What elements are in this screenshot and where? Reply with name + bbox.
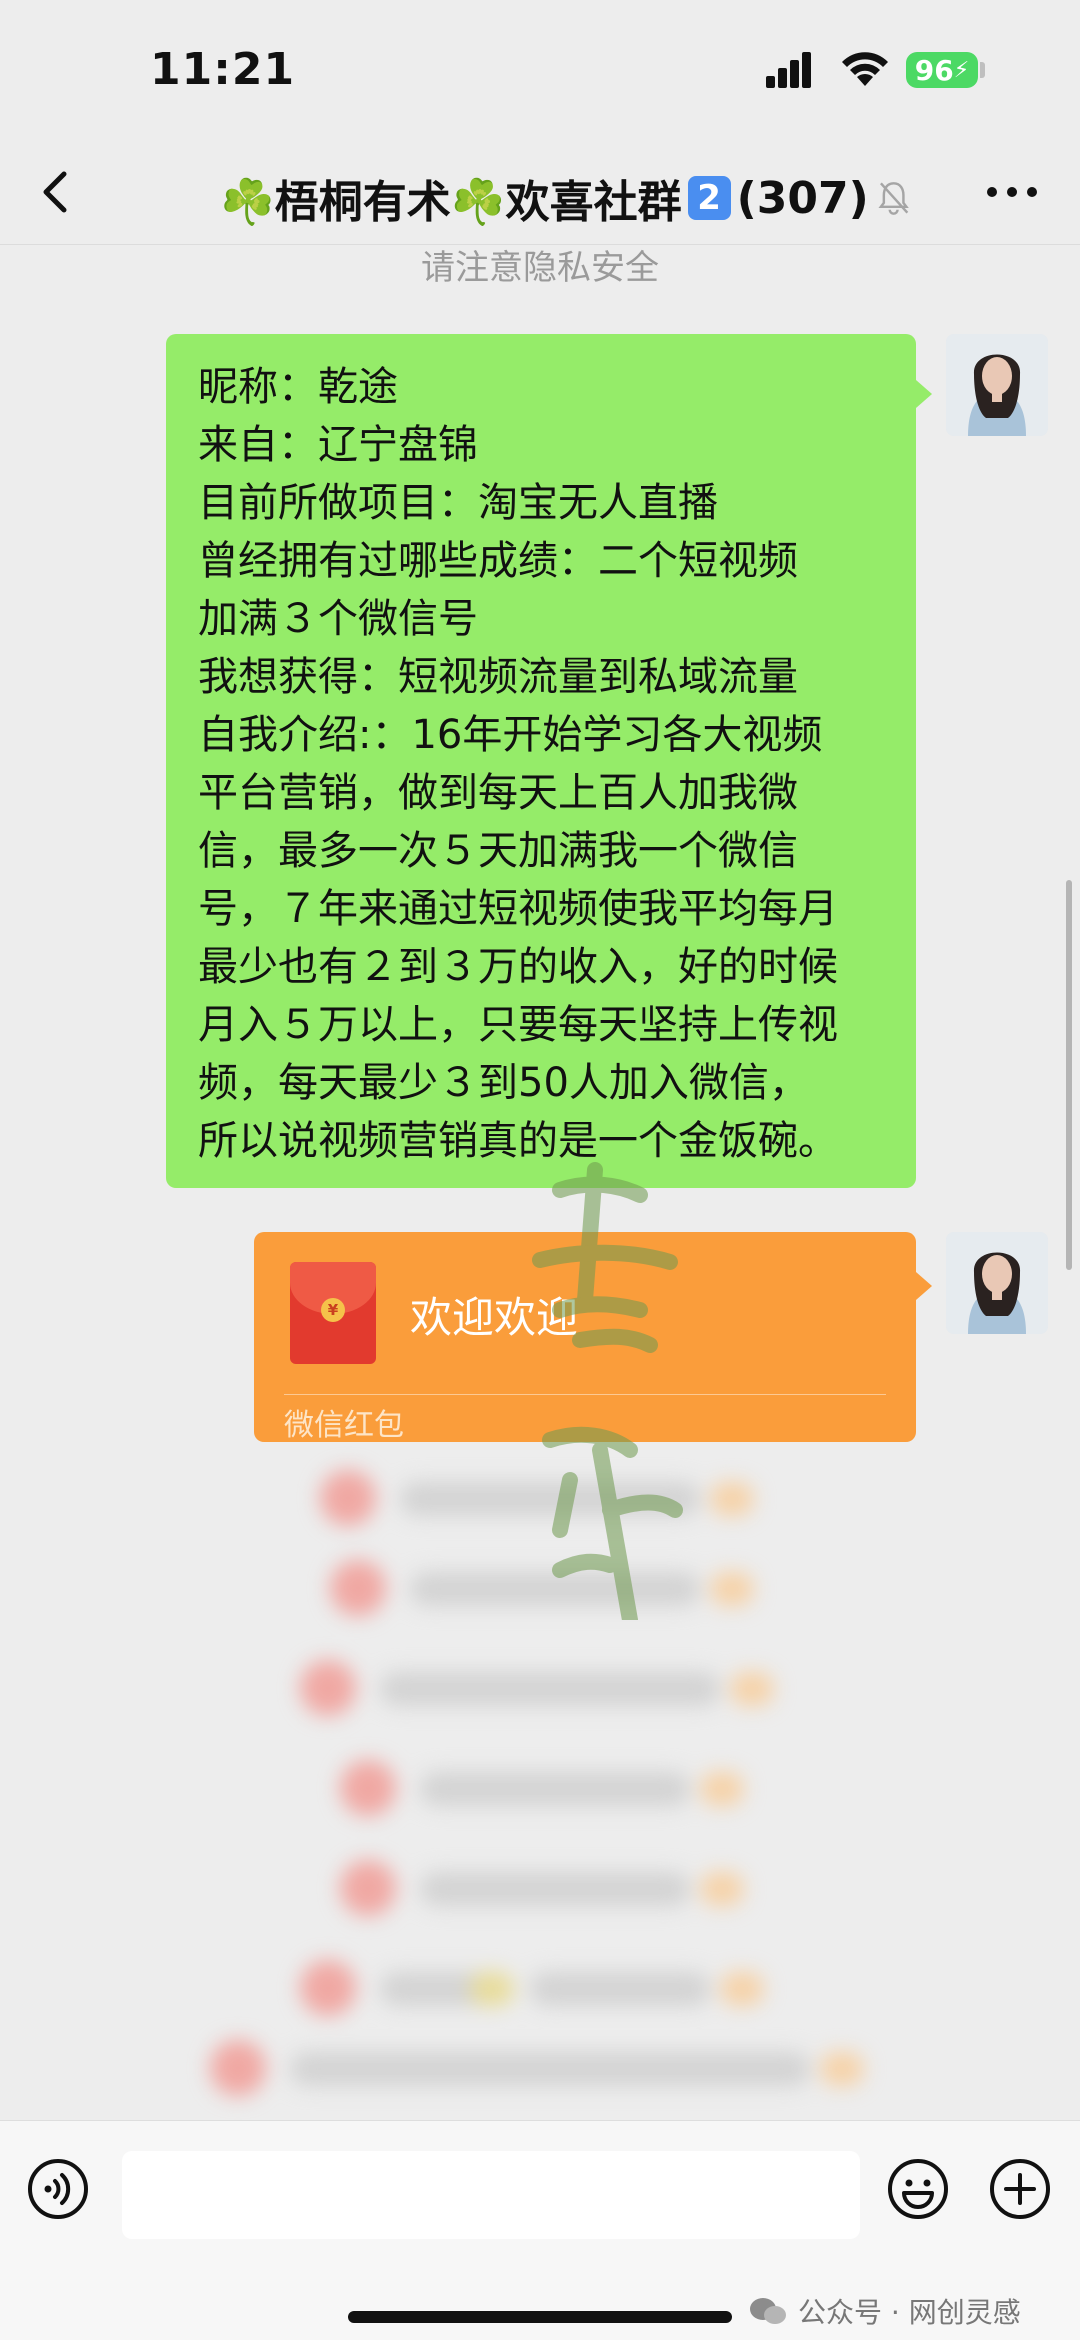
message-line: 我想获得：短视频流量到私域流量 (198, 654, 798, 700)
blurred-messages (150, 1470, 910, 2096)
message-input[interactable] (122, 2151, 860, 2239)
keycap-badge: 2 (687, 176, 731, 220)
divider (284, 1394, 886, 1395)
message-line: 号，７年来通过短视频使我平均每月 (198, 886, 838, 932)
red-packet-label: 微信红包 (284, 1408, 404, 1443)
avatar-portrait-icon (946, 1232, 1048, 1334)
source-watermark: 公众号 · 网创灵感 (748, 2291, 1021, 2331)
message-line: 频，每天最少３到50人加入微信， (198, 1060, 809, 1106)
message-line: 月入５万以上，只要每天坚持上传视 (198, 1002, 838, 1048)
message-line: 曾经拥有过哪些成绩：二个短视频 (198, 538, 798, 584)
chat-input-bar: 公众号 · 网创灵感 (0, 2120, 1080, 2340)
privacy-notice: 请注意隐私安全 (421, 248, 659, 288)
message-bubble[interactable]: 昵称：乾途 来自：辽宁盘锦 目前所做项目：淘宝无人直播 曾经拥有过哪些成绩：二个… (166, 334, 932, 1188)
status-time: 11:21 (150, 44, 296, 95)
message-line: 加满３个微信号 (198, 596, 478, 642)
message-line: 信，最多一次５天加满我一个微信 (198, 828, 798, 874)
message-line: 最少也有２到３万的收入，好的时候 (198, 944, 838, 990)
avatar[interactable] (946, 334, 1048, 436)
emoji-icon[interactable] (886, 2157, 950, 2221)
group-name: ☘️梧桐有术☘️欢喜社群 (220, 177, 682, 228)
red-packet-title: 欢迎欢迎 (410, 1293, 579, 1342)
message-line: 自我介绍:：16年开始学习各大视频 (198, 712, 823, 758)
more-dots-icon[interactable] (980, 172, 1044, 212)
status-bar: 11:21 96 ⚡ (0, 0, 1080, 140)
watermark-text: 公众号 · 网创灵感 (798, 2296, 1021, 2329)
avatar-portrait-icon (946, 334, 1048, 436)
message-line: 所以说视频营销真的是一个金饭碗。 (198, 1118, 838, 1164)
avatar[interactable] (946, 1232, 1048, 1334)
battery-indicator: 96 ⚡ (906, 52, 978, 88)
message-line: 目前所做项目：淘宝无人直播 (198, 480, 718, 526)
message-line: 来自：辽宁盘锦 (198, 422, 478, 468)
battery-cap (980, 62, 985, 78)
red-packet-icon: ¥ (290, 1262, 376, 1364)
wifi-icon (842, 52, 888, 86)
back-chevron-icon[interactable] (30, 160, 90, 224)
red-packet-message[interactable]: ¥ 欢迎欢迎 微信红包 (254, 1232, 932, 1443)
chat-header: ☘️梧桐有术☘️欢喜社群 2 (307) (0, 140, 1080, 245)
cellular-signal-icon (766, 52, 811, 88)
message-line: 昵称：乾途 (198, 364, 398, 410)
home-indicator (348, 2311, 732, 2323)
message-line: 平台营销，做到每天上百人加我微 (198, 770, 798, 816)
wechat-icon (750, 2298, 786, 2324)
chat-title[interactable]: ☘️梧桐有术☘️欢喜社群 2 (307) (220, 166, 910, 230)
battery-level: 96 (914, 53, 954, 87)
add-icon[interactable] (988, 2157, 1052, 2221)
member-count: (307) (736, 172, 869, 224)
mute-bell-icon (878, 182, 909, 215)
scrollbar[interactable] (1066, 880, 1072, 1270)
voice-icon[interactable] (26, 2157, 90, 2221)
